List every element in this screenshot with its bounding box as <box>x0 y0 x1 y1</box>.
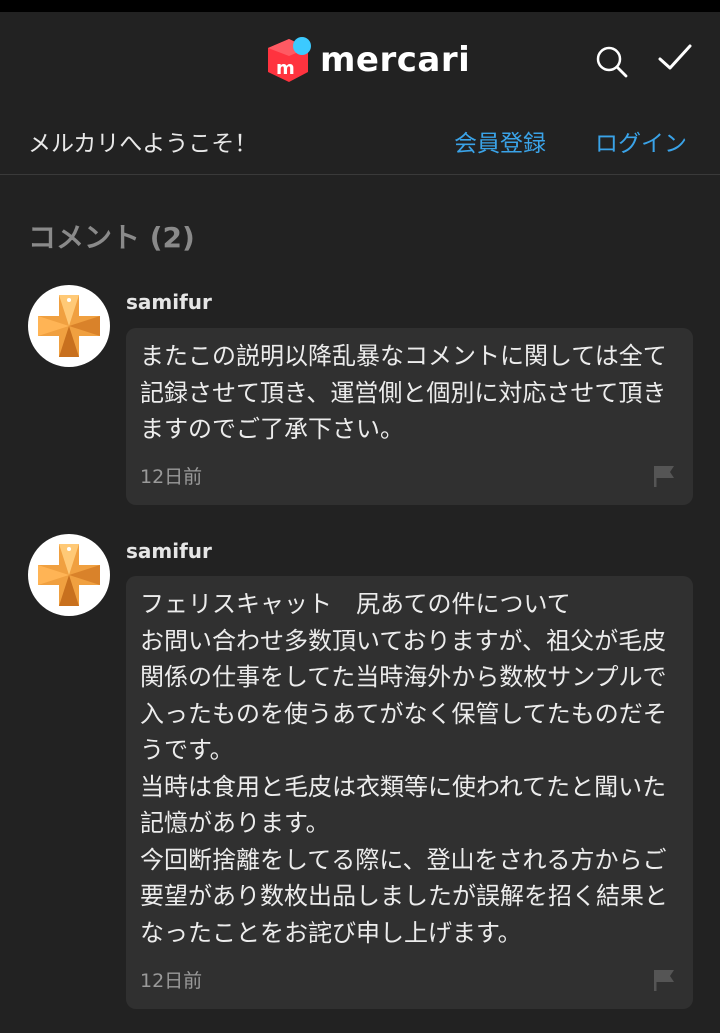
login-link[interactable]: ログイン <box>595 124 687 158</box>
search-icon[interactable] <box>592 42 632 82</box>
comment-item: samifur フェリスキャット 尻あての件について お問い合わせ多数頂いており… <box>0 533 720 1011</box>
comment-username[interactable]: samifur <box>126 290 212 314</box>
cross-pendant-avatar-icon <box>38 295 100 357</box>
comment-time: 12日前 <box>140 466 203 488</box>
flag-icon[interactable] <box>653 464 675 488</box>
brand-name: mercari <box>320 40 471 80</box>
welcome-text: メルカリへようこそ！ <box>28 131 258 157</box>
cross-pendant-avatar-icon <box>38 544 100 606</box>
check-icon[interactable] <box>655 38 695 78</box>
comments-title: コメント (2) <box>28 221 195 254</box>
flag-icon[interactable] <box>653 968 675 992</box>
comment-item: samifur またこの説明以降乱暴なコメントに関しては全て記録させて頂き、運営… <box>0 284 720 506</box>
avatar[interactable] <box>28 285 110 367</box>
comment-text: フェリスキャット 尻あての件について お問い合わせ多数頂いておりますが、祖父が毛… <box>140 590 668 947</box>
mercari-logo-icon: m <box>262 34 314 86</box>
comment-time: 12日前 <box>140 970 203 992</box>
comment-text: またこの説明以降乱暴なコメントに関しては全て記録させて頂き、運営側と個別に対応さ… <box>140 342 667 443</box>
app-header: m mercari <box>0 12 720 108</box>
status-bar <box>0 0 720 12</box>
comment-bubble: フェリスキャット 尻あての件について お問い合わせ多数頂いておりますが、祖父が毛… <box>126 576 693 1009</box>
mercari-logo[interactable]: m mercari <box>262 34 470 86</box>
register-link[interactable]: 会員登録 <box>454 124 546 158</box>
welcome-bar: メルカリへようこそ！ 会員登録 ログイン <box>0 108 720 175</box>
svg-text:m: m <box>276 58 295 79</box>
comment-bubble: またこの説明以降乱暴なコメントに関しては全て記録させて頂き、運営側と個別に対応さ… <box>126 328 693 505</box>
comment-username[interactable]: samifur <box>126 539 212 563</box>
avatar[interactable] <box>28 534 110 616</box>
